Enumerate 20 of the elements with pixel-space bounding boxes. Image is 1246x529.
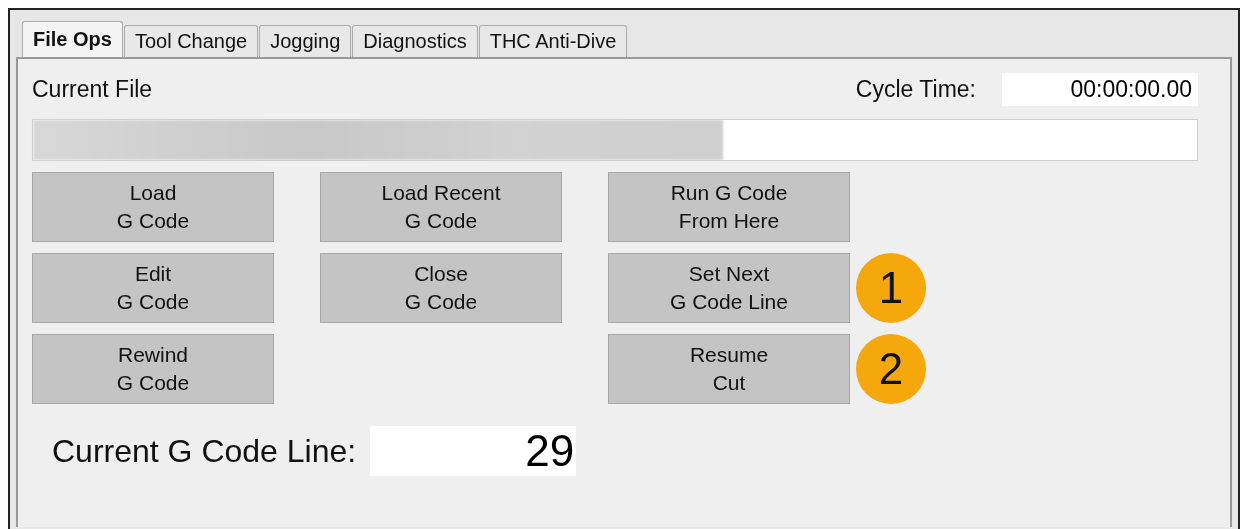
command-button[interactable]: Edit G Code	[32, 253, 274, 323]
tab[interactable]: Jogging	[259, 25, 352, 57]
tab[interactable]: File Ops	[22, 21, 123, 57]
command-button[interactable]: Resume Cut	[608, 334, 850, 404]
command-button[interactable]: Rewind G Code	[32, 334, 274, 404]
current-file-label: Current File	[32, 75, 153, 103]
command-button[interactable]: Run G Code From Here	[608, 172, 850, 242]
command-button[interactable]: Close G Code	[320, 253, 562, 323]
tab[interactable]: Tool Change	[123, 25, 259, 57]
cycle-time-label: Cycle Time:	[855, 75, 976, 103]
cycle-time-field: 00:00:00.00	[1002, 72, 1198, 106]
current-line-field: 29	[370, 426, 577, 476]
current-line-label: Current G Code Line:	[52, 432, 357, 470]
tab[interactable]: THC Anti-Dive	[478, 25, 628, 57]
command-button[interactable]: Set Next G Code Line	[608, 253, 850, 323]
number-badge: 1	[856, 253, 926, 323]
number-badge: 2	[856, 334, 926, 404]
command-button[interactable]: Load G Code	[32, 172, 274, 242]
tab[interactable]: Diagnostics	[352, 25, 478, 57]
command-button[interactable]: Load Recent G Code	[320, 172, 562, 242]
